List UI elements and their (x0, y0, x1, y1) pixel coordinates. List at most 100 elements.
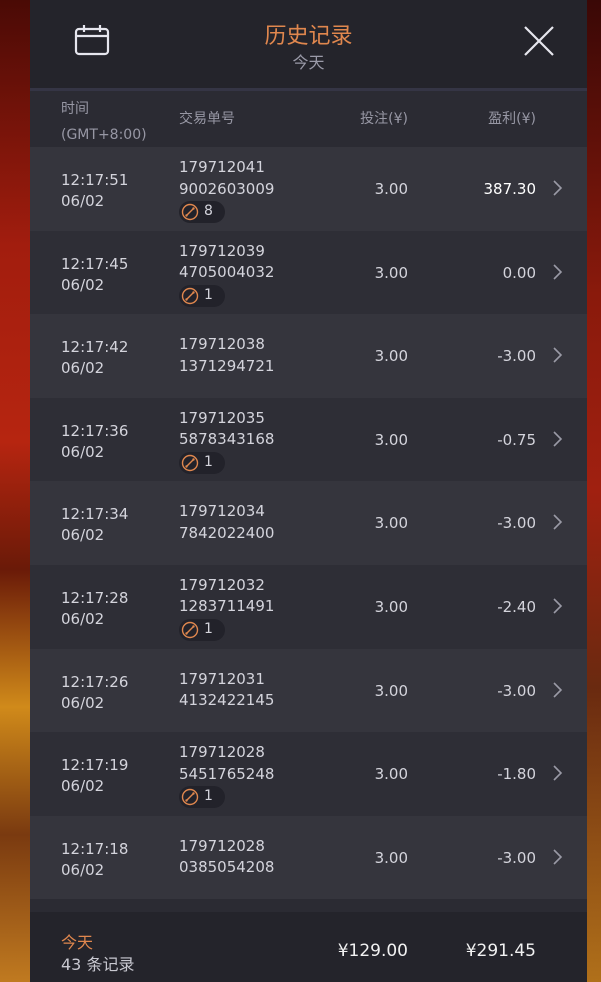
order-id-part1: 179712038 (179, 335, 265, 354)
spin-icon (181, 621, 199, 639)
row-profit: 0.00 (502, 263, 536, 282)
free-spin-badge: 1 (179, 786, 225, 809)
date-value: 06/02 (61, 192, 105, 210)
order-id-part2: 5451765248 (179, 764, 275, 783)
row-order-id: 179712031 4132422145 (179, 669, 274, 712)
total-bet: ¥129.00 (337, 941, 408, 961)
date-value: 06/02 (61, 693, 105, 712)
date-value: 06/02 (61, 359, 105, 378)
row-order-id: 179712038 1371294721 (179, 334, 274, 377)
row-profit: -3.00 (497, 848, 536, 867)
background-left (0, 0, 30, 982)
chevron-right-icon[interactable] (551, 597, 563, 615)
chevron-right-icon[interactable] (551, 346, 563, 364)
row-order-id: 179712035 5878343168 1 (179, 408, 274, 479)
chevron-right-icon[interactable] (551, 848, 563, 866)
date-value: 06/02 (61, 526, 105, 545)
chevron-right-icon[interactable] (551, 263, 563, 281)
row-bet: 3.00 (374, 180, 408, 198)
row-time: 12:17:45 06/02 (61, 254, 128, 296)
history-row[interactable]: 12:17:18 06/02 179712028 0385054208 3.00 -3.0… (30, 815, 587, 900)
row-profit: 387.30 (483, 180, 537, 198)
time-value: 12:17:26 (61, 672, 129, 691)
background-right (587, 0, 601, 982)
close-icon[interactable] (522, 24, 556, 58)
row-bet: 3.00 (374, 597, 408, 616)
date-value: 06/02 (61, 275, 105, 294)
badge-count: 8 (204, 203, 213, 220)
row-order-id: 179712041 9002603009 8 (179, 157, 274, 228)
history-row[interactable]: 12:17:36 06/02 179712035 5878343168 1 3.00 -0.… (30, 397, 587, 482)
history-row[interactable]: 12:17:34 06/02 179712034 7842022400 3.00 -3.0… (30, 481, 587, 565)
history-list: 12:17:51 06/02 179712041 9002603009 8 3.00 387… (30, 147, 587, 900)
row-bet: 3.00 (374, 263, 408, 282)
spin-icon (181, 788, 199, 806)
spin-icon (181, 454, 199, 471)
row-profit: -0.75 (497, 430, 536, 449)
history-row[interactable]: 12:17:51 06/02 179712041 9002603009 8 3.00 387… (30, 147, 587, 231)
history-row[interactable]: 12:17:26 06/02 179712031 4132422145 3.00 -3.0… (30, 648, 587, 733)
time-value: 12:17:45 (61, 254, 129, 273)
row-profit: -3.00 (497, 514, 536, 533)
spin-icon (181, 203, 199, 221)
order-id-part1: 179712035 (179, 408, 265, 427)
order-id-part2: 9002603009 (179, 179, 275, 198)
order-id-part2: 4705004032 (179, 263, 275, 282)
time-value: 12:17:51 (61, 171, 129, 189)
column-header-bet: 投注(¥) (360, 111, 408, 127)
page-subtitle: 今天 (292, 53, 325, 72)
row-time: 12:17:28 06/02 (61, 588, 128, 630)
record-count: 43 条记录 (61, 955, 135, 974)
summary-footer: 今天 43 条记录 ¥129.00 ¥291.45 (30, 912, 587, 982)
time-value: 12:17:28 (61, 588, 129, 607)
date-value: 06/02 (61, 860, 105, 879)
time-value: 12:17:34 (61, 505, 129, 524)
time-value: 12:17:42 (61, 338, 129, 357)
row-order-id: 179712028 0385054208 (179, 836, 274, 879)
free-spin-badge: 8 (179, 201, 225, 223)
badge-count: 1 (204, 286, 213, 303)
row-bet: 3.00 (374, 848, 408, 867)
order-id-part2: 4132422145 (179, 691, 275, 710)
row-profit: -3.00 (497, 681, 536, 700)
history-panel: 历史记录 今天 时间 (GMT+8:00) 交易单号 投注(¥) 盈利(¥) 1… (30, 0, 587, 982)
date-value: 06/02 (61, 777, 105, 796)
panel-header: 历史记录 今天 (30, 0, 587, 91)
total-profit: ¥291.45 (465, 941, 536, 961)
row-bet: 3.00 (374, 430, 408, 449)
row-order-id: 179712032 1283711491 1 (179, 575, 274, 646)
row-bet: 3.00 (374, 765, 408, 784)
order-id-part1: 179712028 (179, 743, 265, 762)
order-id-part2: 1283711491 (179, 597, 275, 616)
history-row[interactable]: 12:17:45 06/02 179712039 4705004032 1 3.00 0.0… (30, 230, 587, 315)
time-value: 12:17:36 (61, 421, 129, 440)
column-header-profit: 盈利(¥) (488, 111, 536, 127)
chevron-right-icon[interactable] (551, 764, 563, 782)
order-id-part1: 179712031 (179, 669, 265, 688)
chevron-right-icon[interactable] (551, 513, 563, 531)
row-profit: -3.00 (497, 347, 536, 366)
history-row[interactable]: 12:17:28 06/02 179712032 1283711491 1 3.00 -2.… (30, 564, 587, 649)
row-bet: 3.00 (374, 514, 408, 533)
row-time: 12:17:34 06/02 (61, 504, 128, 546)
free-spin-badge: 1 (179, 451, 225, 474)
order-id-part2: 1371294721 (179, 356, 275, 375)
row-bet: 3.00 (374, 347, 408, 366)
date-value: 06/02 (61, 609, 105, 628)
free-spin-badge: 1 (179, 284, 225, 307)
history-row[interactable]: 12:17:19 06/02 179712028 5451765248 1 3.00 -1.… (30, 732, 587, 816)
chevron-right-icon[interactable] (551, 430, 563, 448)
column-header-time: 时间 (GMT+8:00) (61, 101, 147, 143)
chevron-right-icon[interactable] (551, 681, 563, 699)
row-time: 12:17:42 06/02 (61, 337, 128, 379)
history-row[interactable]: 12:17:42 06/02 179712038 1371294721 3.00 -3.0… (30, 314, 587, 398)
row-time: 12:17:19 06/02 (61, 755, 128, 797)
time-value: 12:17:18 (61, 839, 129, 858)
order-id-part2: 7842022400 (179, 523, 275, 542)
chevron-right-icon[interactable] (551, 179, 563, 197)
column-header-order: 交易单号 (179, 111, 235, 127)
badge-count: 1 (204, 621, 213, 638)
row-profit: -2.40 (497, 597, 536, 616)
order-id-part1: 179712034 (179, 502, 265, 521)
order-id-part1: 179712041 (179, 158, 265, 176)
